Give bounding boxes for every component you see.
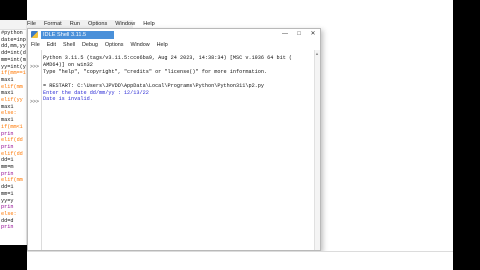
code-line: prin: [1, 204, 14, 211]
taskbar: [27, 251, 453, 270]
code-line: max1: [1, 117, 14, 124]
code-line: prin: [1, 224, 14, 231]
shell-title: IDLE Shell 3.11.5: [41, 30, 115, 39]
code-line: yy=int(y: [1, 63, 26, 70]
menu-edit[interactable]: Edit: [47, 42, 56, 48]
code-line: yy=y: [1, 197, 14, 204]
code-line: max1: [1, 90, 14, 97]
vertical-scrollbar[interactable]: [314, 50, 320, 250]
code-line: elif(dd: [1, 137, 23, 144]
code-line: else:: [1, 110, 17, 117]
maximize-button[interactable]: □: [292, 29, 306, 40]
window-controls: — □ ✕: [278, 29, 320, 40]
code-line: elif(yy: [1, 97, 23, 104]
code-line: dd=int(d: [1, 50, 26, 57]
menu-window[interactable]: Window: [130, 42, 149, 48]
editor-menu-format[interactable]: Format: [44, 21, 62, 27]
editor-code-area[interactable]: #python date=inp dd,mm,yy dd=int(d mm=int(m y…: [0, 30, 26, 231]
shell-window[interactable]: IDLE Shell 3.11.5 — □ ✕ File Edit Shell …: [27, 28, 321, 251]
editor-menu-file[interactable]: File: [27, 21, 36, 27]
code-line: dd=1: [1, 157, 14, 164]
shell-content[interactable]: >>> >>> Python 3.11.5 (tags/v3.11.5:cce6…: [28, 50, 320, 250]
shell-titlebar[interactable]: IDLE Shell 3.11.5 — □ ✕: [28, 29, 320, 40]
shell-output-line: AMD64)] on win32: [43, 61, 93, 68]
code-line: dd,mm,yy: [1, 43, 26, 50]
screen: #python date=inp dd,mm,yy dd=int(d mm=int(m y…: [0, 0, 480, 270]
code-line: elif(mm: [1, 177, 23, 184]
editor-menu-strip: [0, 20, 26, 30]
code-line: else:: [1, 210, 17, 217]
shell-menubar: File Edit Shell Debug Options Window Hel…: [28, 40, 320, 50]
code-line: max1: [1, 76, 14, 83]
code-line: date=inp: [1, 36, 26, 43]
code-line: prin: [1, 143, 14, 150]
editor-menu-options[interactable]: Options: [88, 21, 107, 27]
scroll-up-arrow-icon[interactable]: ▲: [314, 51, 320, 57]
minimize-button[interactable]: —: [278, 29, 292, 40]
close-button[interactable]: ✕: [306, 29, 320, 40]
menu-debug[interactable]: Debug: [82, 42, 98, 48]
editor-menu-run[interactable]: Run: [70, 21, 80, 27]
python-idle-icon: [31, 31, 38, 38]
editor-window[interactable]: #python date=inp dd,mm,yy dd=int(d mm=int(m y…: [0, 20, 27, 245]
prompt-gutter: >>> >>>: [28, 50, 42, 250]
menu-file[interactable]: File: [31, 42, 40, 48]
shell-output-line: = RESTART: C:\Users\JPVDD\AppData\Local\…: [43, 82, 265, 89]
menu-help[interactable]: Help: [157, 42, 168, 48]
menu-shell[interactable]: Shell: [63, 42, 75, 48]
code-line: dd=1: [1, 184, 14, 191]
shell-output-line: [43, 76, 313, 83]
code-line: elif(mm: [1, 83, 23, 90]
letterbox-right: [453, 0, 480, 270]
shell-output-line: Date is invalid.: [43, 96, 93, 103]
shell-prompt: >>>: [30, 64, 40, 70]
editor-menu-window[interactable]: Window: [115, 21, 135, 27]
shell-output[interactable]: Python 3.11.5 (tags/v3.11.5:cce6ba9, Aug…: [43, 55, 313, 103]
code-line: mm=m: [1, 164, 14, 171]
shell-prompt: >>>: [30, 99, 40, 105]
editor-menu-help[interactable]: Help: [143, 21, 155, 27]
menu-options[interactable]: Options: [105, 42, 124, 48]
code-line: prin: [1, 130, 14, 137]
shell-output-line: Python 3.11.5 (tags/v3.11.5:cce6ba9, Aug…: [43, 55, 293, 61]
shell-output-line: Type "help", "copyright", "credits" or "…: [43, 68, 268, 75]
code-line: elif(dd: [1, 150, 23, 157]
code-line: max1: [1, 103, 14, 110]
code-line: if(mm<1: [1, 123, 23, 130]
code-line: prin: [1, 170, 14, 177]
shell-output-line: Enter the date dd/mm/yy : 12/13/22: [43, 89, 149, 96]
code-line: if(mm==1: [1, 70, 26, 77]
code-line: #python: [1, 30, 23, 36]
code-line: mm=int(m: [1, 56, 26, 63]
code-line: dd=d: [1, 217, 14, 224]
code-line: mm=1: [1, 190, 14, 197]
